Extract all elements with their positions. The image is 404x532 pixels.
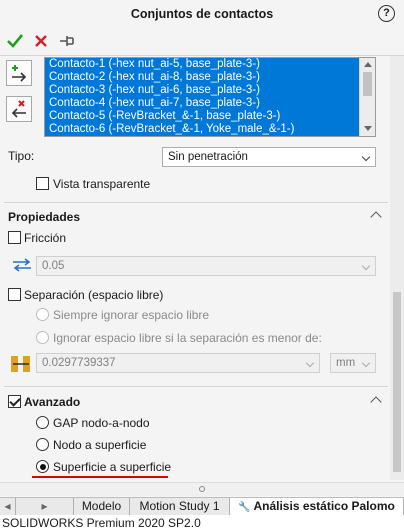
bottom-tabs: ◂ ▸ Modelo Motion Study 1 🔧 Análisis est… (0, 497, 404, 516)
friction-checkbox[interactable] (8, 231, 21, 244)
add-contact-set-button[interactable] (6, 60, 32, 86)
list-item[interactable]: Contacto-6 (-RevBracket_&-1, Yoke_male_&… (45, 123, 375, 136)
type-dropdown[interactable]: Sin penetración (162, 147, 376, 167)
scroll-down-icon[interactable] (364, 126, 372, 131)
title-bar: Conjuntos de contactos ? (0, 0, 404, 28)
type-label: Tipo: (8, 149, 35, 163)
property-manager: Conjuntos de contactos ? Contacto-1 (-he… (0, 0, 404, 500)
list-item[interactable]: Contacto-2 (-hex nut_ai-8, base_plate-3-… (45, 71, 375, 84)
tab-static-analysis[interactable]: 🔧 Análisis estático Palomo (230, 498, 404, 516)
chevron-down-icon (305, 358, 315, 368)
friction-value: 0.05 (42, 260, 65, 272)
always-ignore-label: Siempre ignorar espacio libre (53, 308, 210, 322)
chevron-down-icon (361, 358, 371, 368)
chevron-down-icon (361, 261, 371, 271)
list-item[interactable]: Contacto-5 (-RevBracket_&-1, base_plate-… (45, 110, 375, 123)
gap-node-radio[interactable] (36, 416, 49, 429)
node-surface-label: Nodo a superficie (53, 438, 147, 452)
clearance-value: 0.0297739337 (42, 357, 116, 369)
properties-title: Propiedades (8, 210, 81, 224)
advanced-checkbox[interactable] (8, 395, 21, 408)
friction-value-field[interactable]: 0.05 (36, 256, 376, 276)
separation-label: Separación (espacio libre) (24, 288, 164, 302)
pane-splitter[interactable] (0, 482, 404, 496)
scroll-up-icon[interactable] (364, 62, 372, 67)
contact-sets-list[interactable]: Contacto-1 (-hex nut_ai-5, base_plate-3-… (44, 57, 376, 137)
type-value: Sin penetración (168, 151, 248, 163)
collapse-properties-icon[interactable] (370, 211, 382, 223)
list-scroll-thumb[interactable] (363, 72, 372, 96)
transparent-view-label: Vista transparente (53, 177, 151, 191)
surface-surface-label: Superficie a superficie (53, 460, 172, 474)
ignore-if-label: Ignorar espacio libre si la separación e… (53, 331, 322, 345)
list-scrollbar[interactable] (359, 58, 375, 136)
chevron-down-icon (361, 152, 371, 162)
divider (0, 55, 404, 56)
section-divider (4, 202, 388, 203)
tab-motion-study[interactable]: Motion Study 1 (130, 498, 230, 516)
list-item[interactable]: Contacto-4 (-hex nut_ai-7, base_plate-3-… (45, 97, 375, 110)
tab-scroll-icon[interactable]: ▸ (16, 498, 74, 516)
close-icon[interactable] (30, 30, 52, 52)
tab-model[interactable]: Modelo (74, 498, 130, 516)
clearance-value-field[interactable]: 0.0297739337 (36, 353, 320, 373)
add-icon (12, 65, 27, 82)
list-item[interactable]: Contacto-1 (-hex nut_ai-5, base_plate-3-… (45, 58, 375, 71)
status-bar: SOLIDWORKS Premium 2020 SP2.0 (0, 515, 404, 532)
remove-contact-set-button[interactable] (6, 96, 32, 122)
help-icon[interactable]: ? (378, 5, 395, 22)
always-ignore-radio[interactable] (36, 308, 49, 321)
gap-node-label: GAP nodo-a-nodo (53, 416, 150, 430)
splitter-handle-icon[interactable] (199, 486, 205, 492)
annotation-underline (32, 476, 168, 478)
pin-icon[interactable] (56, 30, 78, 52)
collapse-advanced-icon[interactable] (370, 396, 382, 408)
transparent-view-checkbox[interactable] (36, 177, 49, 190)
node-surface-radio[interactable] (36, 438, 49, 451)
surface-surface-radio[interactable] (36, 460, 49, 473)
friction-icon (12, 257, 32, 276)
ignore-if-radio[interactable] (36, 331, 49, 344)
section-divider (4, 386, 388, 387)
check-icon[interactable] (4, 30, 26, 52)
panel-scrollbar[interactable] (390, 56, 404, 480)
simulation-icon: 🔧 (238, 502, 251, 513)
unit-dropdown[interactable]: mm (330, 353, 376, 373)
page-title: Conjuntos de contactos (130, 7, 274, 21)
tab-scroll-icon[interactable]: ◂ (0, 498, 16, 516)
clearance-icon (10, 354, 32, 377)
advanced-title: Avanzado (24, 395, 81, 409)
list-item[interactable]: Contacto-3 (-hex nut_ai-6, base_plate-3-… (45, 84, 375, 97)
unit-value: mm (336, 357, 356, 369)
separation-checkbox[interactable] (8, 288, 21, 301)
tab-static-analysis-label: Análisis estático Palomo (253, 499, 395, 513)
friction-label: Fricción (24, 231, 67, 245)
panel-scroll-thumb[interactable] (393, 292, 401, 472)
delete-icon (11, 100, 26, 118)
